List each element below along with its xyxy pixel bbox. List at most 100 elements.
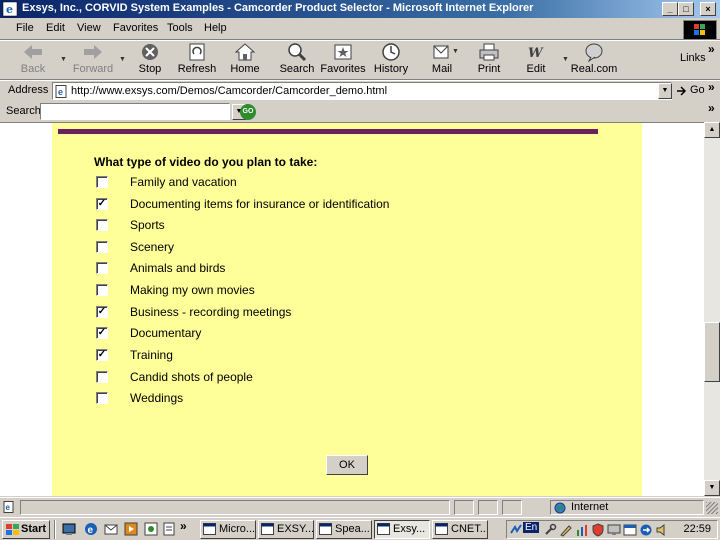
task-app-icon — [203, 523, 216, 535]
scroll-up-icon[interactable]: ▲ — [704, 122, 720, 138]
ok-button[interactable]: OK — [326, 455, 368, 475]
mail-dropdown-icon[interactable]: ▼ — [452, 48, 459, 55]
back-button[interactable]: Back — [10, 40, 56, 78]
media-player-icon[interactable] — [124, 522, 138, 536]
show-desktop-icon[interactable] — [62, 522, 76, 536]
tray-display-icon[interactable] — [607, 523, 621, 537]
print-button[interactable]: Print — [472, 40, 506, 78]
taskbar-button[interactable]: Micro... — [200, 520, 256, 539]
app-quicklaunch-icon[interactable] — [144, 522, 158, 536]
search-go-button[interactable]: GO — [240, 104, 256, 120]
option-checkbox[interactable] — [96, 262, 108, 274]
resize-grip-icon[interactable] — [706, 502, 718, 514]
search-input[interactable] — [40, 103, 230, 120]
address-input[interactable]: e http://www.exsys.com/Demos/Camcorder/C… — [52, 82, 672, 100]
task-app-icon — [435, 523, 448, 535]
quicklaunch-chevron-icon[interactable]: » — [180, 519, 187, 533]
option-label: Weddings — [130, 391, 184, 405]
forward-dropdown-icon[interactable]: ▼ — [119, 56, 126, 63]
taskbar-button[interactable]: CNET... — [432, 520, 488, 539]
address-label: Address — [8, 84, 49, 96]
tray-calendar-icon[interactable] — [623, 523, 637, 537]
edit-dropdown-icon[interactable]: ▼ — [562, 56, 569, 63]
minimize-button[interactable]: _ — [662, 2, 678, 16]
go-arrow-icon[interactable] — [676, 84, 688, 98]
taskbar-button[interactable]: Spea... — [316, 520, 372, 539]
menu-file[interactable]: File — [16, 22, 34, 34]
search-icon — [288, 43, 307, 62]
stop-button[interactable]: Stop — [130, 40, 170, 78]
menu-tools[interactable]: Tools — [167, 22, 193, 34]
edit-button[interactable]: W Edit — [520, 40, 552, 78]
history-button[interactable]: History — [371, 40, 411, 78]
status-progress-cell — [454, 500, 474, 515]
scroll-thumb[interactable] — [704, 322, 720, 382]
refresh-button[interactable]: Refresh — [175, 40, 219, 78]
go-button[interactable]: Go — [690, 84, 705, 96]
internet-explorer-quicklaunch-icon[interactable]: e — [84, 522, 98, 536]
task-app-icon — [319, 523, 332, 535]
menu-edit[interactable]: Edit — [46, 22, 65, 34]
search-chevron-icon[interactable]: » — [708, 101, 715, 115]
option-checkbox[interactable]: ✓ — [96, 198, 108, 210]
tray-volume-icon[interactable] — [655, 523, 669, 537]
close-button[interactable]: × — [700, 2, 716, 16]
realcom-button[interactable]: Real.com — [570, 40, 618, 78]
favorites-star-icon — [334, 44, 352, 60]
address-chevron-icon[interactable]: » — [708, 80, 715, 94]
outlook-icon[interactable] — [104, 522, 118, 536]
page-icon: e — [55, 85, 67, 98]
option-checkbox[interactable] — [96, 284, 108, 296]
menu-help[interactable]: Help — [204, 22, 227, 34]
scroll-down-icon[interactable]: ▼ — [704, 480, 720, 496]
option-checkbox[interactable] — [96, 241, 108, 253]
menu-favorites[interactable]: Favorites — [113, 22, 158, 34]
option-checkbox[interactable]: ✓ — [96, 327, 108, 339]
option-checkbox[interactable] — [96, 392, 108, 404]
taskbar-button[interactable]: Exsy... — [374, 520, 430, 539]
search-toolbar-button[interactable]: Search — [278, 40, 316, 78]
vertical-scrollbar[interactable]: ▲ ▼ — [704, 122, 720, 496]
tray-messenger-icon[interactable] — [639, 523, 653, 537]
system-clock[interactable]: 22:59 — [683, 523, 711, 535]
quick-launch-separator — [54, 520, 56, 539]
language-indicator[interactable]: En — [523, 522, 540, 533]
maximize-button[interactable]: □ — [678, 2, 694, 16]
option-checkbox[interactable] — [96, 371, 108, 383]
option-label: Animals and birds — [130, 261, 226, 275]
svg-text:e: e — [58, 87, 63, 97]
forward-button[interactable]: Forward — [70, 40, 116, 78]
links-label[interactable]: Links — [680, 52, 706, 64]
tray-shield-icon[interactable] — [591, 523, 605, 537]
status-zone: Internet — [550, 500, 704, 515]
tray-chart-icon[interactable] — [575, 523, 589, 537]
option-checkbox[interactable]: ✓ — [96, 306, 108, 318]
option-label: Documentary — [130, 326, 202, 340]
option-checkbox[interactable] — [96, 219, 108, 231]
document-quicklaunch-icon[interactable] — [162, 522, 176, 536]
tray-wrench-icon[interactable] — [543, 523, 557, 537]
option-checkbox[interactable] — [96, 176, 108, 188]
menu-view[interactable]: View — [77, 22, 101, 34]
menu-bar: File Edit View Favorites Tools Help — [0, 19, 720, 39]
start-button[interactable]: Start — [2, 520, 50, 539]
option-checkbox[interactable]: ✓ — [96, 349, 108, 361]
taskbar-button[interactable]: EXSY... — [258, 520, 314, 539]
links-chevron-icon[interactable]: » — [708, 42, 715, 56]
taskbar-button-label: EXSY... — [277, 523, 314, 535]
system-tray: En 22:59 — [506, 520, 718, 539]
mail-button[interactable]: Mail — [424, 40, 460, 78]
tray-pencil-icon[interactable] — [559, 523, 573, 537]
status-message — [20, 500, 450, 515]
tray-network-icon[interactable] — [509, 523, 523, 537]
svg-text:e: e — [6, 503, 11, 512]
stop-label: Stop — [138, 63, 162, 75]
internet-explorer-icon: e — [2, 1, 18, 17]
address-dropdown-icon[interactable]: ▼ — [658, 83, 672, 99]
favorites-button[interactable]: Favorites — [320, 40, 366, 78]
search-bar-label: Search — [6, 105, 41, 117]
back-arrow-icon — [24, 45, 42, 59]
home-button[interactable]: Home — [226, 40, 264, 78]
back-dropdown-icon[interactable]: ▼ — [60, 56, 67, 63]
globe-icon — [554, 502, 566, 514]
